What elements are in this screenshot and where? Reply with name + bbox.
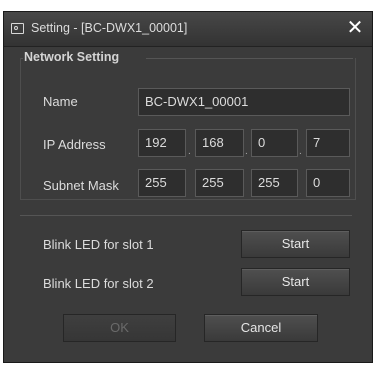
blink-slot-2-label: Blink LED for slot 2 [43,276,154,291]
name-field[interactable]: BC-DWX1_00001 [138,88,350,116]
subnet-octet-2-field[interactable]: 255 [195,169,244,197]
ip-octet-3-field[interactable]: 0 [251,129,298,157]
ip-octet-4-field[interactable]: 7 [306,129,350,157]
blink-slot-1-label: Blink LED for slot 1 [43,237,154,252]
ip-dot-1: . [188,146,191,157]
ip-dot-2: . [245,146,248,157]
subnet-octet-3-field[interactable]: 255 [251,169,298,197]
network-setting-title: Network Setting [24,50,120,64]
close-icon[interactable]: ✕ [344,17,366,39]
window-title: Setting - [BC-DWX1_00001] [31,21,188,35]
ip-octet-2-field[interactable]: 168 [195,129,244,157]
ip-octet-1-field[interactable]: 192 [138,129,186,157]
cancel-button[interactable]: Cancel [204,314,318,342]
section-divider [20,215,352,216]
settings-window-icon [11,23,24,34]
subnet-octet-4-field[interactable]: 0 [306,169,350,197]
blink-slot-1-start-button[interactable]: Start [241,230,350,258]
subnet-mask-label: Subnet Mask [43,178,119,193]
subnet-octet-1-field[interactable]: 255 [138,169,186,197]
ok-button[interactable]: OK [63,314,176,342]
blink-slot-2-start-button[interactable]: Start [241,268,350,296]
title-bar[interactable]: Setting - [BC-DWX1_00001] ✕ [4,12,372,47]
ip-address-label: IP Address [43,137,106,152]
ip-dot-3: . [299,146,302,157]
name-label: Name [43,94,78,109]
